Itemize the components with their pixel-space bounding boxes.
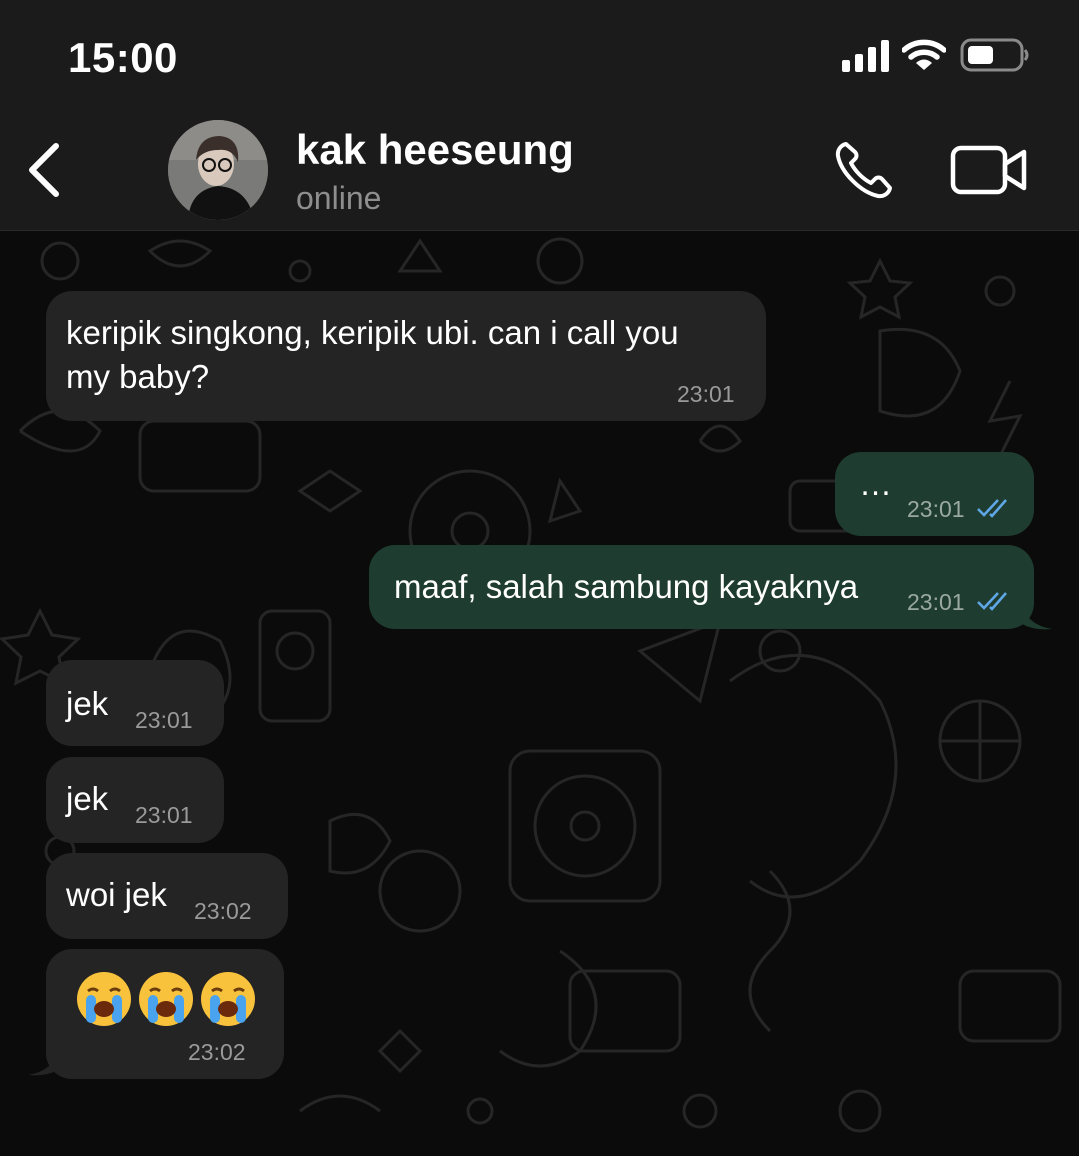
message-list[interactable]: keripik singkong, keripik ubi. can i cal… [0, 231, 1079, 1156]
cellular-signal-icon [842, 40, 889, 72]
contact-photo [168, 120, 268, 220]
bubble-tail [1020, 601, 1052, 630]
message-time: 23:01 [135, 802, 193, 828]
chat-header: 15:00 kak heeseung online [0, 0, 1079, 231]
read-receipt-icon [977, 592, 1007, 611]
message-text: … [859, 465, 892, 502]
message-bubble-incoming[interactable]: 23:02 [46, 949, 284, 1079]
message-bubble-incoming[interactable]: keripik singkong, keripik ubi. can i cal… [46, 291, 766, 421]
message-text: keripik singkong, keripik ubi. can i cal… [66, 314, 679, 351]
avatar[interactable] [168, 120, 268, 220]
message-time: 23:01 [677, 381, 735, 407]
contact-name[interactable]: kak heeseung [296, 126, 574, 174]
message-time: 23:01 [907, 589, 965, 615]
loudly-crying-face-icon [201, 972, 255, 1026]
message-bubble-incoming[interactable]: woi jek 23:02 [46, 853, 288, 939]
status-time: 15:00 [68, 34, 178, 81]
message-text: my baby? [66, 358, 210, 395]
message-text: woi jek [66, 876, 167, 913]
loudly-crying-face-icon [77, 972, 131, 1026]
bubble-tail [28, 1047, 60, 1076]
message-bubble-incoming[interactable]: jek 23:01 [46, 757, 224, 843]
wifi-icon [902, 39, 946, 70]
contact-status: online [296, 180, 382, 216]
message-text: jek [66, 780, 109, 817]
battery-icon [960, 38, 1029, 72]
message-text: jek [66, 685, 109, 722]
message-bubble-outgoing[interactable]: … 23:01 [835, 452, 1034, 536]
message-bubble-outgoing[interactable]: maaf, salah sambung kayaknya 23:01 [369, 545, 1034, 629]
message-time: 23:02 [194, 898, 252, 924]
video-camera-icon[interactable] [950, 144, 1028, 196]
message-text: maaf, salah sambung kayaknya [394, 568, 859, 605]
chevron-left-icon[interactable] [22, 138, 68, 202]
message-bubble-incoming[interactable]: jek 23:01 [46, 660, 224, 746]
phone-icon[interactable] [832, 138, 896, 202]
message-time: 23:01 [135, 707, 193, 733]
message-time: 23:01 [907, 496, 965, 522]
loudly-crying-face-icon [139, 972, 193, 1026]
message-time: 23:02 [188, 1039, 246, 1065]
read-receipt-icon [977, 499, 1007, 518]
